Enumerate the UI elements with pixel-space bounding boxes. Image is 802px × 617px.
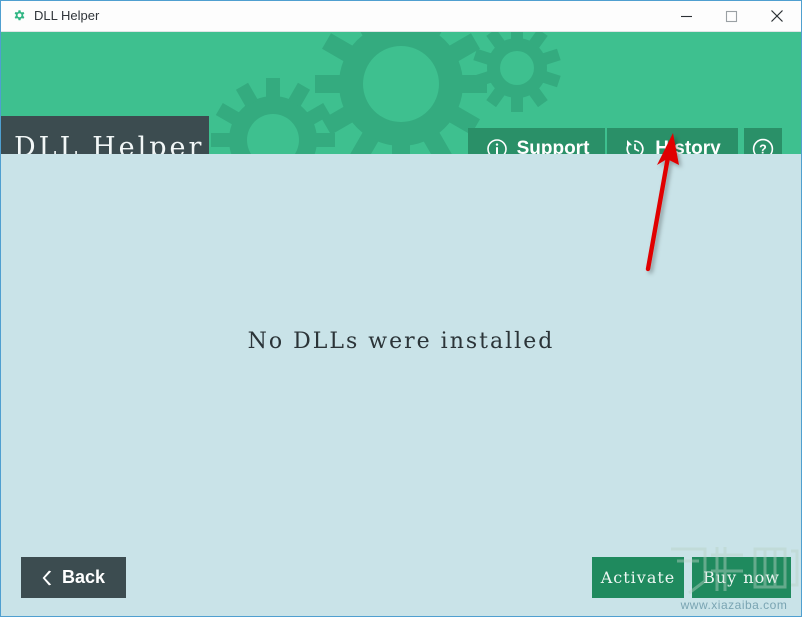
maximize-icon (725, 10, 738, 22)
history-button-label: History (655, 138, 721, 154)
question-circle-icon: ? (751, 137, 775, 154)
support-button-label: Support (516, 138, 590, 154)
history-clock-icon (624, 138, 646, 154)
empty-state-message: No DLLs were installed (247, 329, 555, 354)
buy-now-button[interactable]: Buy now (692, 557, 791, 598)
maximize-button[interactable] (709, 1, 754, 31)
info-circle-icon (486, 138, 508, 154)
minimize-button[interactable] (664, 1, 709, 31)
title-bar: DLL Helper (1, 1, 801, 32)
minimize-icon (681, 15, 692, 17)
close-icon (770, 10, 783, 22)
window-title: DLL Helper (34, 8, 100, 23)
buy-now-button-label: Buy now (703, 568, 780, 587)
support-button[interactable]: Support (468, 128, 605, 154)
close-button[interactable] (754, 1, 799, 31)
app-logo: DLL Helper (1, 116, 209, 154)
main-content: No DLLs were installed (1, 154, 801, 616)
svg-text:?: ? (759, 143, 767, 154)
back-button-label: Back (61, 567, 106, 587)
gear-icon (12, 9, 27, 24)
activate-button-label: Activate (600, 568, 676, 587)
help-button[interactable]: ? (744, 128, 782, 154)
app-header: DLL Helper Support History ? (1, 32, 801, 154)
app-window: DLL Helper DLL Helper Support History ? … (0, 0, 802, 617)
app-logo-text: DLL Helper (14, 131, 205, 155)
activate-button[interactable]: Activate (592, 557, 684, 598)
history-button[interactable]: History (607, 128, 738, 154)
back-button[interactable]: Back (21, 557, 126, 598)
chevron-left-icon (42, 570, 53, 586)
